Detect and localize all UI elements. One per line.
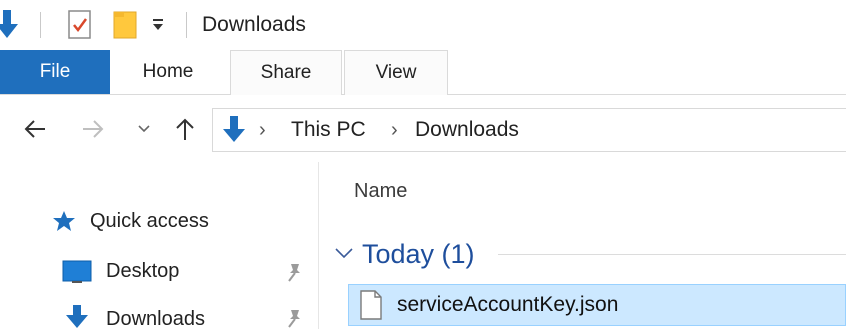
downloads-icon	[66, 305, 88, 328]
file-row[interactable]: serviceAccountKey.json	[348, 284, 846, 326]
nav-item-label: Downloads	[106, 308, 205, 330]
tab-home[interactable]: Home	[116, 50, 220, 94]
nav-item-downloads[interactable]: Downloads	[62, 304, 312, 332]
back-button[interactable]	[20, 114, 50, 144]
group-divider	[498, 254, 846, 255]
tab-view[interactable]: View	[344, 50, 448, 95]
breadcrumb-this-pc[interactable]: This PC	[291, 117, 366, 143]
star-icon	[53, 211, 75, 231]
navigation-pane: Quick access Desktop Downloads	[0, 162, 318, 332]
nav-item-label: Desktop	[106, 260, 180, 282]
group-header-today[interactable]: Today (1)	[362, 236, 475, 272]
toolbar-separator	[186, 12, 187, 38]
back-arrow-icon	[24, 120, 45, 138]
desktop-icon	[62, 260, 92, 283]
breadcrumb-separator[interactable]: ›	[259, 117, 266, 143]
window-title: Downloads	[202, 13, 306, 36]
group-collapse-toggle[interactable]	[334, 240, 354, 268]
tab-file[interactable]: File	[0, 50, 110, 94]
ribbon-tabs: File Home Share View	[0, 50, 846, 95]
chevron-down-icon	[138, 125, 150, 133]
up-button[interactable]	[170, 114, 200, 144]
new-folder-icon[interactable]	[112, 10, 138, 40]
downloads-location-icon	[223, 116, 245, 142]
breadcrumb-separator[interactable]: ›	[391, 117, 398, 143]
up-arrow-icon	[176, 118, 194, 140]
pin-icon[interactable]	[284, 308, 302, 328]
nav-item-label: Quick access	[90, 210, 209, 232]
file-name: serviceAccountKey.json	[397, 293, 619, 316]
forward-arrow-icon	[83, 120, 104, 138]
recent-locations-button[interactable]	[134, 114, 154, 144]
file-icon	[360, 290, 382, 320]
downloads-arrow-icon[interactable]	[0, 10, 18, 40]
tab-share[interactable]: Share	[230, 50, 342, 95]
address-bar[interactable]: › This PC › Downloads	[212, 108, 846, 152]
breadcrumb-downloads[interactable]: Downloads	[415, 117, 519, 143]
properties-icon[interactable]	[66, 10, 94, 40]
forward-button[interactable]	[78, 114, 108, 144]
pin-icon[interactable]	[284, 262, 302, 282]
toolbar-separator	[40, 12, 41, 38]
nav-item-desktop[interactable]: Desktop	[62, 258, 312, 286]
customize-toolbar-dropdown-icon[interactable]	[150, 16, 166, 34]
column-header-name[interactable]: Name	[354, 178, 407, 204]
pane-divider[interactable]	[318, 162, 319, 329]
chevron-down-icon	[335, 248, 353, 259]
title-bar: Downloads	[0, 0, 846, 50]
